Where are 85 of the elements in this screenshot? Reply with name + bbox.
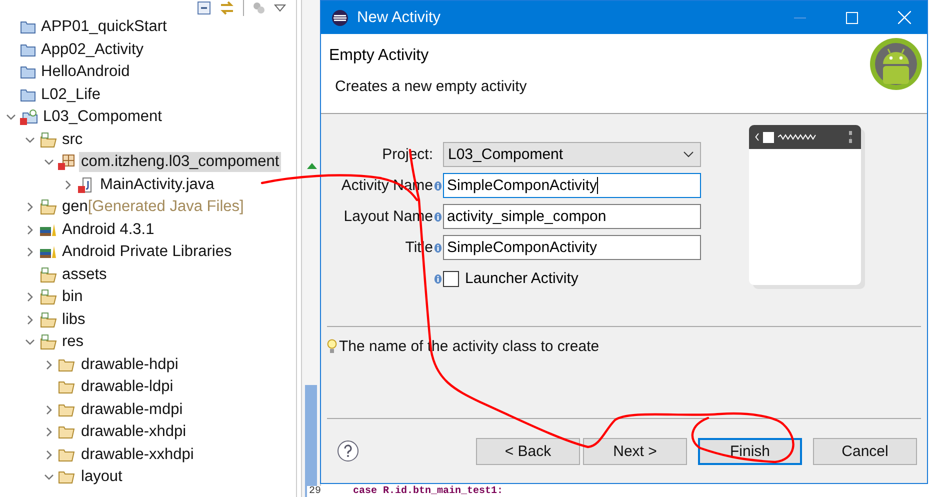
folder-icon [58,470,76,484]
folder-icon [20,42,36,57]
tree-item[interactable]: assets [60,264,109,285]
folder-icon [39,132,57,148]
folder-icon [58,425,76,440]
chevron-icon[interactable] [25,314,35,325]
collapse-all-icon[interactable] [197,1,211,15]
folder-icon [39,266,57,283]
back-chevron-icon [755,133,759,141]
tree-item[interactable]: L03_Compoment [41,107,164,128]
books-icon [39,222,57,237]
chevron-icon[interactable] [44,427,54,438]
tree-item[interactable]: com.itzheng.l03_compoment [79,152,282,172]
tree-item[interactable]: APP01_quickStart [39,17,169,38]
folder-icon [39,289,57,306]
tree-item[interactable]: bin [60,287,85,308]
tree-item[interactable]: drawable-xxhdpi [79,444,196,465]
chevron-icon[interactable] [25,247,35,258]
dropdown-caret-icon [683,151,694,158]
chevron-icon[interactable] [25,292,35,302]
text-field[interactable]: SimpleComponActivity [443,235,701,260]
tree-item[interactable]: layout [79,467,124,488]
tree-item[interactable]: libs [60,310,88,330]
folder-icon [58,448,76,462]
tree-item[interactable]: Android 4.3.1 [60,220,156,240]
chevron-icon[interactable] [25,134,35,145]
tree-item[interactable]: HelloAndroid [39,62,132,82]
tree-item[interactable]: gen[Generated Java Files] [60,197,246,218]
tree-item[interactable]: drawable-mdpi [79,400,185,420]
close-icon[interactable] [898,11,911,24]
chevron-icon[interactable] [44,472,54,482]
chevron-icon[interactable] [44,360,54,370]
tree-item[interactable]: App02_Activity [39,40,146,60]
dialog-button[interactable]: Next > [583,438,687,464]
help-icon[interactable] [337,440,359,462]
line-number: 29 [307,486,324,497]
text-field[interactable]: SimpleComponActivity [443,173,701,198]
view-menu-icon[interactable] [274,4,286,12]
books-icon [39,245,57,260]
eclipse-logo-icon [331,8,349,26]
code-line: case R.id.btn_main_test1: [353,486,504,497]
text-field[interactable]: activity_simple_compon [443,204,701,229]
chevron-icon[interactable] [6,112,16,122]
dialog-button[interactable]: Cancel [813,438,917,464]
page-description: Creates a new empty activity [335,78,527,95]
project-icon [20,109,38,126]
tree-item[interactable]: Android Private Libraries [60,242,234,262]
page-heading: Empty Activity [329,47,430,65]
maximize-icon[interactable] [846,12,858,24]
folder-icon [58,402,76,417]
folder-icon [39,199,57,216]
project-dropdown[interactable]: L03_Compoment [443,142,701,167]
chevron-icon[interactable] [63,180,73,190]
tree-item[interactable]: drawable-xhdpi [79,422,188,442]
dialog-button[interactable]: Finish [698,438,802,464]
chevron-icon[interactable] [44,404,54,415]
link-arrows-icon[interactable] [219,1,235,15]
folder-icon [20,88,36,102]
folder-icon [20,20,36,34]
square-icon [763,132,774,142]
tree-item[interactable]: res [60,332,86,352]
tree-item[interactable]: MainActivity.java [98,174,216,195]
chevron-icon[interactable] [25,224,35,235]
zigzag-icon [778,134,818,140]
chevron-icon[interactable] [25,202,35,212]
folder-icon [58,380,76,394]
tree-item[interactable]: drawable-hdpi [79,354,180,375]
folder-icon [39,334,57,350]
dialog-button[interactable]: < Back [476,438,580,464]
window-title: New Activity [357,8,441,26]
chevron-icon[interactable] [44,157,54,168]
checkbox-label[interactable]: Launcher Activity [465,270,578,287]
tree-item[interactable]: src [60,130,85,150]
chevron-icon[interactable] [25,337,35,348]
android-logo-icon [869,37,923,91]
folder-icon [39,312,57,328]
tree-item[interactable]: L02_Life [39,84,102,105]
folder-icon [58,358,76,372]
tree-item[interactable]: drawable-ldpi [79,377,176,398]
overflow-dots-icon [849,131,855,143]
package-icon [58,154,76,170]
lightbulb-icon [327,338,337,354]
checkbox[interactable] [443,270,459,286]
chevron-icon[interactable] [44,450,54,460]
folder-icon [20,65,36,80]
